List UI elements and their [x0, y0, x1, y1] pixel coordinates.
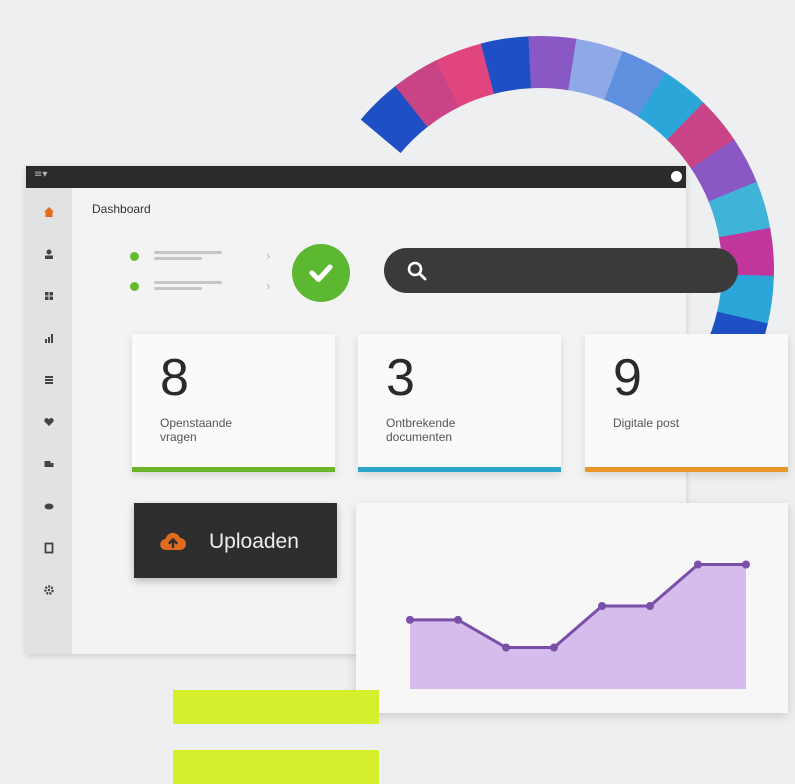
- ring-segment: [480, 36, 534, 95]
- chart-point: [646, 602, 654, 610]
- list-icon: [45, 376, 53, 384]
- text-placeholder-line: [154, 257, 202, 260]
- accent-bar: [132, 467, 335, 472]
- sidebar: [26, 188, 72, 654]
- text-placeholder-line: [154, 287, 202, 290]
- sidebar-item-bar-chart[interactable]: [41, 330, 57, 346]
- accent-bar: [358, 467, 561, 472]
- check-circle-icon: [292, 244, 350, 302]
- ring-segment: [567, 38, 625, 101]
- highlight-bar: [173, 750, 379, 784]
- stat-value: 3: [386, 349, 415, 407]
- stat-value: 8: [160, 349, 189, 407]
- stat-label: Ontbrekende documenten: [386, 416, 456, 444]
- truck-icon: [44, 461, 54, 467]
- upload-button[interactable]: Uploaden: [134, 503, 337, 578]
- stat-card-missing-documents[interactable]: 3 Ontbrekende documenten: [358, 334, 561, 472]
- grid-icon: [45, 292, 53, 300]
- menu-icon[interactable]: ≡▾: [34, 169, 47, 180]
- chart-point: [406, 615, 414, 624]
- sidebar-item-document[interactable]: [41, 540, 57, 556]
- stat-card-digital-mail[interactable]: 9 Digitale post: [585, 334, 788, 472]
- stat-label: Digitale post: [613, 416, 680, 430]
- ring-segment: [716, 273, 774, 326]
- ring-segment: [708, 181, 771, 240]
- sidebar-item-settings[interactable]: [41, 582, 57, 598]
- user-icon: [45, 249, 53, 259]
- piggy-bank-icon: [44, 503, 54, 510]
- document-icon: [44, 542, 54, 554]
- breadcrumb[interactable]: Dashboard: [92, 202, 151, 216]
- sidebar-item-list[interactable]: [41, 372, 57, 388]
- highlight-bar: [173, 690, 379, 724]
- ring-segment: [435, 43, 497, 108]
- chart-point: [694, 560, 702, 569]
- checklist-item[interactable]: ›: [130, 248, 280, 264]
- sidebar-item-home[interactable]: [41, 204, 57, 220]
- area-chart: [406, 560, 750, 689]
- sidebar-item-truck[interactable]: [41, 456, 57, 472]
- bar-chart-icon: [45, 334, 53, 343]
- chart-point: [454, 615, 462, 624]
- search-icon[interactable]: [406, 260, 428, 282]
- stat-value: 9: [613, 349, 642, 407]
- ring-segment: [395, 59, 462, 128]
- ring-segment: [360, 84, 430, 154]
- stat-card-open-questions[interactable]: 8 Openstaande vragen: [132, 334, 335, 472]
- accent-bar: [585, 467, 788, 472]
- sidebar-item-grid[interactable]: [41, 288, 57, 304]
- gear-icon: [44, 585, 54, 595]
- chevron-right-icon: ›: [266, 278, 271, 293]
- cloud-upload-icon: [160, 532, 186, 551]
- chart-point: [598, 602, 606, 610]
- stat-label: Openstaande vragen: [160, 416, 233, 444]
- search-input[interactable]: [384, 248, 738, 293]
- chart-point: [550, 643, 558, 652]
- chart-card: [356, 503, 788, 713]
- sidebar-item-user[interactable]: [41, 246, 57, 262]
- heart-icon: [44, 418, 54, 426]
- text-placeholder-line: [154, 251, 222, 254]
- title-bar: ≡▾: [26, 166, 686, 188]
- sidebar-item-heart[interactable]: [41, 414, 57, 430]
- sidebar-item-piggy-bank[interactable]: [41, 498, 57, 514]
- ring-segment: [528, 36, 579, 91]
- ring-segment: [637, 72, 705, 142]
- text-placeholder-line: [154, 281, 222, 284]
- window-control-dot[interactable]: [671, 171, 682, 182]
- upload-button-label: Uploaden: [209, 530, 299, 553]
- check-done-icon: [130, 282, 139, 291]
- check-done-icon: [130, 252, 139, 261]
- chart-point: [742, 560, 750, 569]
- ring-segment: [690, 139, 758, 204]
- checklist-item[interactable]: ›: [130, 278, 280, 294]
- ring-segment: [718, 227, 774, 278]
- home-icon: [44, 207, 54, 217]
- chart-point: [502, 643, 510, 652]
- chevron-right-icon: ›: [266, 248, 271, 263]
- ring-segment: [666, 102, 736, 171]
- ring-segment: [603, 51, 668, 118]
